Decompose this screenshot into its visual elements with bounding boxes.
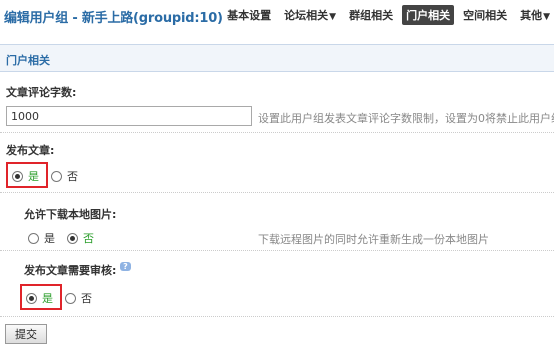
audit-yes-label[interactable]: 是 <box>42 290 53 306</box>
audit-no-radio[interactable] <box>65 292 76 304</box>
divider <box>0 250 554 251</box>
chevron-down-icon: ▼ <box>543 12 550 22</box>
section-title: 门户相关 <box>6 54 50 67</box>
audit-yes-radio[interactable] <box>26 292 37 304</box>
comment-limit-input[interactable] <box>6 106 252 126</box>
top-nav: 基本设置 论坛相关▼ 群组相关 门户相关 空间相关 其他▼ <box>218 5 554 25</box>
header: 编辑用户组 - 新手上路(groupid:10) 基本设置 论坛相关▼ 群组相关… <box>0 0 554 30</box>
download-images-hint: 下载远程图片的同时允许重新生成一份本地图片 <box>258 233 489 246</box>
page-title: 编辑用户组 - 新手上路(groupid:10) <box>4 11 223 26</box>
help-icon[interactable]: ? <box>120 262 131 271</box>
comment-limit-label: 文章评论字数: <box>6 86 77 99</box>
submit-button[interactable]: 提交 <box>5 324 47 344</box>
audit-no-label[interactable]: 否 <box>81 290 92 306</box>
publish-yes-label[interactable]: 是 <box>28 168 39 184</box>
nav-group[interactable]: 群组相关 <box>345 5 397 25</box>
download-no-radio[interactable] <box>67 232 78 244</box>
publish-no-radio[interactable] <box>51 170 62 182</box>
need-audit-options: 是 否 <box>26 290 104 306</box>
download-yes-label[interactable]: 是 <box>44 230 55 246</box>
download-yes-radio[interactable] <box>28 232 39 244</box>
publish-no-label[interactable]: 否 <box>67 168 78 184</box>
chevron-down-icon: ▼ <box>329 12 337 22</box>
comment-limit-hint: 设置此用户组发表文章评论字数限制，设置为0将禁止此用户组发 <box>258 112 554 125</box>
section-header: 门户相关 <box>0 44 554 72</box>
publish-label: 发布文章: <box>6 144 55 157</box>
divider <box>0 316 554 317</box>
nav-portal[interactable]: 门户相关 <box>402 5 455 25</box>
publish-options: 是 否 <box>12 168 90 184</box>
nav-forum[interactable]: 论坛相关▼ <box>280 5 340 25</box>
download-images-label: 允许下载本地图片: <box>24 208 117 221</box>
download-no-label[interactable]: 否 <box>83 230 94 246</box>
divider <box>0 192 554 193</box>
divider <box>0 132 554 133</box>
nav-other[interactable]: 其他▼ <box>516 5 554 25</box>
nav-basic-settings[interactable]: 基本设置 <box>223 5 275 25</box>
download-images-options: 是 否 <box>28 230 106 246</box>
publish-yes-radio[interactable] <box>12 170 23 182</box>
nav-space[interactable]: 空间相关 <box>459 5 511 25</box>
need-audit-label: 发布文章需要审核: <box>24 264 117 277</box>
